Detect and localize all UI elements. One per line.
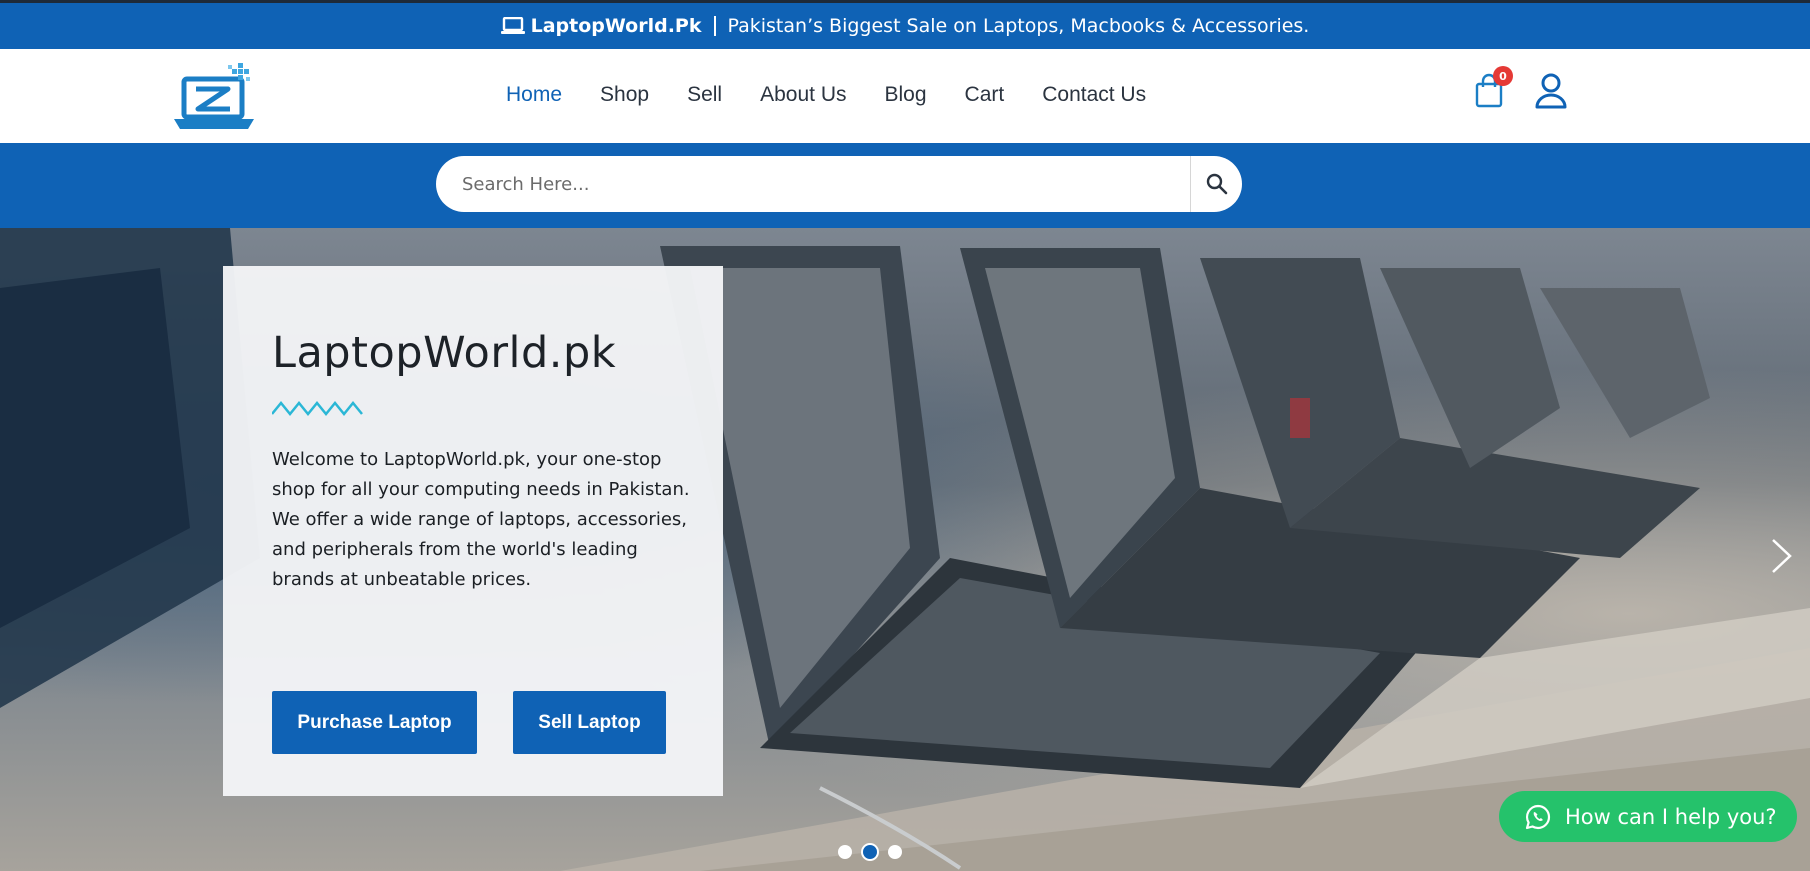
laptop-icon (500, 17, 525, 34)
whatsapp-chat-button[interactable]: How can I help you? (1499, 791, 1797, 842)
slider-dot-2[interactable] (863, 845, 877, 859)
nav-sell[interactable]: Sell (687, 83, 722, 107)
nav-cart[interactable]: Cart (965, 83, 1005, 107)
nav-shop[interactable]: Shop (600, 83, 649, 107)
nav-home[interactable]: Home (506, 83, 562, 107)
search-icon (1206, 173, 1227, 195)
announcement-brand: LaptopWorld.Pk (500, 15, 702, 37)
main-nav: Home Shop Sell About Us Blog Cart Contac… (506, 83, 1184, 107)
purchase-laptop-button[interactable]: Purchase Laptop (272, 691, 477, 754)
slider-pagination (838, 845, 902, 859)
announcement-bar: LaptopWorld.Pk Pakistan’s Biggest Sale o… (0, 0, 1810, 49)
whatsapp-chat-label: How can I help you? (1565, 804, 1777, 829)
cart-count-badge: 0 (1493, 66, 1513, 86)
search-button[interactable] (1190, 156, 1242, 212)
whatsapp-icon (1525, 804, 1551, 829)
user-icon[interactable] (1534, 73, 1568, 109)
site-header: Home Shop Sell About Us Blog Cart Contac… (0, 49, 1810, 143)
hero-description: Welcome to LaptopWorld.pk, your one-stop… (272, 449, 690, 590)
announcement-divider (713, 16, 716, 36)
slider-dot-1[interactable] (838, 845, 852, 859)
sell-laptop-button[interactable]: Sell Laptop (513, 691, 666, 754)
nav-about-us[interactable]: About Us (760, 83, 846, 107)
nav-contact-us[interactable]: Contact Us (1042, 83, 1146, 107)
announcement-tagline: Pakistan’s Biggest Sale on Laptops, Macb… (727, 15, 1310, 37)
zigzag-divider (272, 401, 363, 416)
search-band (0, 143, 1810, 228)
chevron-right-icon[interactable] (1770, 536, 1794, 576)
slider-dot-3[interactable] (888, 845, 902, 859)
announcement-brand-text: LaptopWorld.Pk (530, 15, 702, 37)
nav-blog[interactable]: Blog (885, 83, 927, 107)
laptop-logo-icon[interactable] (172, 61, 262, 133)
search-box (436, 156, 1242, 212)
hero-card: LaptopWorld.pk Welcome to LaptopWorld.pk… (223, 266, 723, 796)
hero-title: LaptopWorld.pk (272, 328, 617, 378)
search-input[interactable] (436, 156, 1190, 212)
hero-slider: LaptopWorld.pk Welcome to LaptopWorld.pk… (0, 228, 1810, 871)
